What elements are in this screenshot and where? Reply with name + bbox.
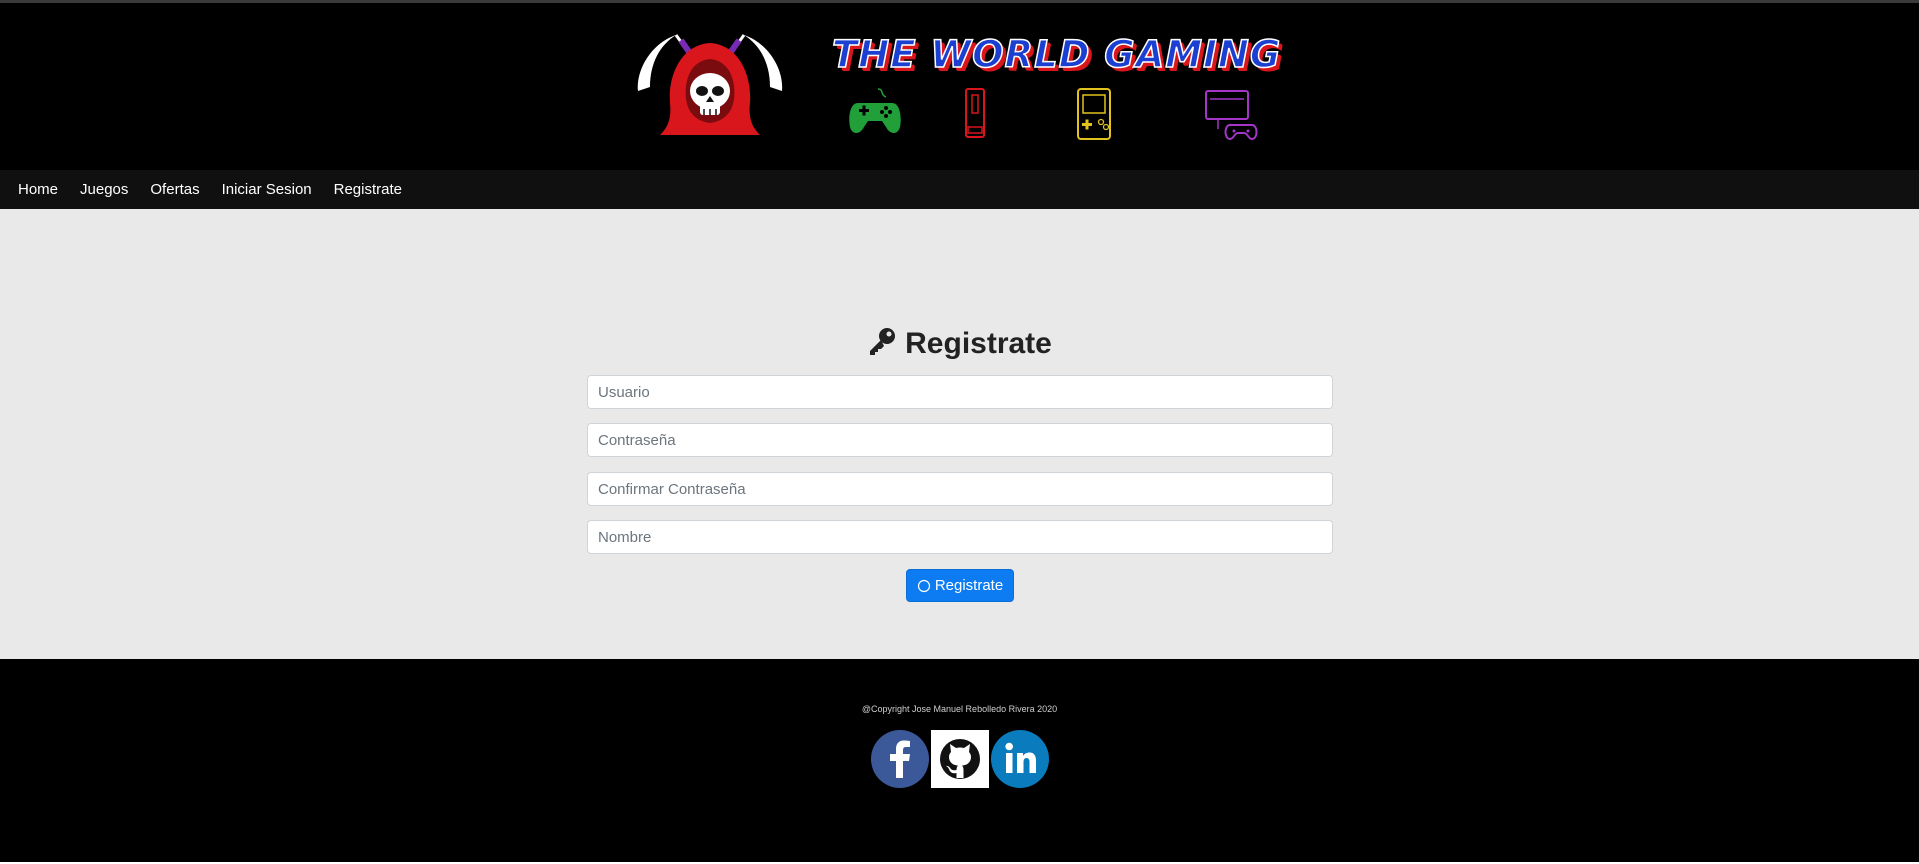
nav-registrate[interactable]: Registrate [334,170,402,209]
site-header: THE WORLD GAMING [0,3,1919,170]
register-title: Registrate [905,327,1052,360]
key-icon [870,328,896,355]
facebook-icon[interactable] [871,730,929,788]
brand-title: THE WORLD GAMING [831,32,1282,77]
nav-juegos[interactable]: Juegos [80,170,128,209]
wii-console-icon [965,88,985,138]
pc-console-icon [1205,90,1258,141]
contrasena-input[interactable] [587,423,1333,457]
copyright-text: @Copyright Jose Manuel Rebolledo Rivera … [861,704,1058,714]
gamepad-icon [849,88,901,133]
github-icon[interactable] [931,730,989,788]
nav-home[interactable]: Home [18,170,58,209]
register-section: Registrate Registrate [0,209,1919,659]
circle-icon [917,579,930,592]
registrate-button[interactable]: Registrate [906,569,1014,602]
hooded-skull-reaper-icon [637,34,783,135]
nav-iniciar-sesion[interactable]: Iniciar Sesion [222,170,312,209]
registrate-button-label: Registrate [934,577,1004,594]
linkedin-icon[interactable] [991,730,1049,788]
nav-ofertas[interactable]: Ofertas [150,170,199,209]
gameboy-icon [1077,88,1111,140]
nombre-input[interactable] [587,520,1333,554]
main-navbar: Home Juegos Ofertas Iniciar Sesion Regis… [0,170,1919,209]
usuario-input[interactable] [587,375,1333,409]
confirmar-contrasena-input[interactable] [587,472,1333,506]
brand-block: THE WORLD GAMING [831,31,1282,141]
register-heading: Registrate [0,323,1919,365]
site-footer: @Copyright Jose Manuel Rebolledo Rivera … [0,659,1919,862]
